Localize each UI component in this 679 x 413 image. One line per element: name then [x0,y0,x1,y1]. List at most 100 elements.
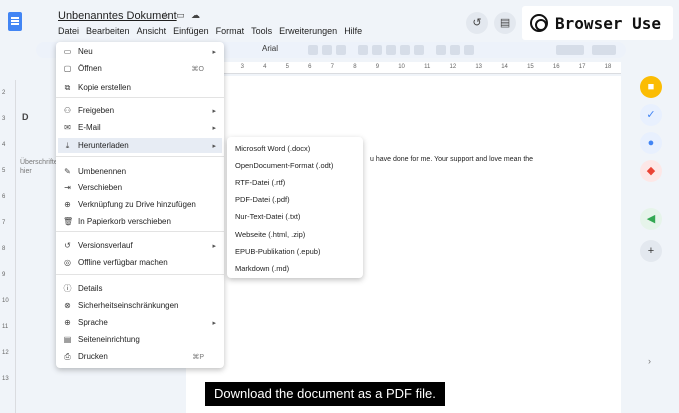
vertical-ruler-tick: 13 [2,376,9,382]
show-side-panel-icon[interactable]: › [648,356,651,366]
file-menu-item-drucken[interactable]: ⎙ Drucken ⌘P [58,349,222,364]
move-icon[interactable]: ▭ [175,10,186,21]
ruler-tick: 5 [285,64,289,70]
file-menu-item-in-papierkorb-verschieben[interactable]: 🗑 In Papierkorb verschieben [58,214,222,229]
submenu-arrow-icon: ▸ [212,107,216,115]
download-option-label: RTF-Datei (.rtf) [235,177,286,187]
vertical-ruler-tick: 4 [2,142,6,148]
menu-tools[interactable]: Tools [249,25,274,37]
download-option-0[interactable]: Microsoft Word (.docx) [229,140,361,156]
file-menu-item-e-mail[interactable]: ✉ E-Mail ▸ [58,120,222,135]
download-option-label: Markdown (.md) [235,263,290,273]
highlight-icon[interactable] [414,45,424,55]
download-option-5[interactable]: Webseite (.html, .zip) [229,226,361,242]
font-size-plus-icon[interactable] [336,45,346,55]
vertical-ruler-tick: 2 [2,90,6,96]
tasks-icon[interactable]: ✓ [640,104,662,126]
file-menu-item-label: Öffnen [78,64,102,73]
file-menu-item-verschieben[interactable]: ⇥ Verschieben [58,180,222,195]
file-menu-item-label: Sicherheitseinschränkungen [78,301,179,310]
menu-erweiterungen[interactable]: Erweiterungen [277,25,339,37]
history-icon[interactable]: ↺ [466,12,489,34]
submenu-arrow-icon: ▸ [212,124,216,132]
ruler-tick: 9 [375,64,380,70]
ruler-tick: 4 [263,64,267,70]
file-menu-item-details[interactable]: ⓘ Details [58,281,222,296]
horizontal-ruler: 123456789101112131415161718 [186,62,621,74]
document-text-line[interactable]: u have done for me. Your support and lov… [370,156,533,163]
menu-format[interactable]: Format [214,25,247,37]
italic-icon[interactable] [372,45,382,55]
download-option-label: EPUB-Publikation (.epub) [235,246,321,256]
comments-icon[interactable]: ▤ [494,12,517,34]
file-menu-item-label: Verschieben [78,183,123,192]
file-menu: ▭ Neu ▸ ▢ Öffnen ⌘O ⧉ Kopie erstellen ⚇ Freigeben… [56,42,224,368]
file-menu-item-verknüpfung-zu-drive-hinzufügen[interactable]: ⊕ Verknüpfung zu Drive hinzufügen [58,197,222,212]
menu-datei[interactable]: Datei [56,25,81,37]
font-size-minus-icon[interactable] [308,45,318,55]
docs-logo-icon[interactable] [8,12,22,31]
file-menu-item-neu[interactable]: ▭ Neu ▸ [58,44,222,59]
download-option-7[interactable]: Markdown (.md) [229,260,361,276]
file-menu-item-label: Versionsverlauf [78,241,133,250]
shortcut-label: ⌘O [191,65,204,73]
file-menu-item-sprache[interactable]: ⊕ Sprache ▸ [58,315,222,330]
download-option-1[interactable]: OpenDocument-Format (.odt) [229,157,361,173]
menu-hilfe[interactable]: Hilfe [342,25,364,37]
download-option-3[interactable]: PDF-Datei (.pdf) [229,192,361,208]
ruler-tick: 17 [578,64,586,70]
download-option-2[interactable]: RTF-Datei (.rtf) [229,174,361,190]
vertical-ruler-tick: 11 [2,324,9,330]
copy-icon: ⧉ [64,83,71,92]
menu-einfuegen[interactable]: Einfügen [171,25,211,37]
add-icon[interactable]: + [640,240,662,262]
menu-bearbeiten[interactable]: Bearbeiten [84,25,132,37]
ruler-tick: 18 [604,64,612,70]
browser-use-text: Browser Use [555,13,661,33]
file-menu-item-umbenennen[interactable]: ✎ Umbenennen [58,164,222,179]
vertical-ruler-tick: 9 [2,272,6,278]
file-menu-item-offline-verfügbar-machen[interactable]: ◎ Offline verfügbar machen [58,255,222,270]
download-option-6[interactable]: EPUB-Publikation (.epub) [229,243,361,259]
addon-icon[interactable]: ◀ [640,208,662,230]
offline-icon: ◎ [64,258,71,267]
font-family-select[interactable]: Arial [262,44,278,53]
bold-icon[interactable] [358,45,368,55]
file-menu-item-kopie-erstellen[interactable]: ⧉ Kopie erstellen [58,80,222,95]
contacts-icon[interactable]: ● [640,132,662,154]
file-menu-item-öffnen[interactable]: ▢ Öffnen ⌘O [58,61,222,76]
collapse-toolbar-icon[interactable] [592,45,616,55]
maps-icon[interactable]: ◆ [640,160,662,182]
vertical-ruler-tick: 5 [2,168,6,174]
ruler-tick: 3 [240,64,244,70]
file-menu-item-seiteneinrichtung[interactable]: ▤ Seiteneinrichtung [58,332,222,347]
menu-ansicht[interactable]: Ansicht [135,25,169,37]
image-icon[interactable] [464,45,474,55]
shortcut-label: ⌘P [192,353,204,361]
file-menu-item-versionsverlauf[interactable]: ↺ Versionsverlauf ▸ [58,238,222,253]
comment-icon[interactable] [450,45,460,55]
submenu-arrow-icon: ▸ [212,48,216,56]
ruler-tick: 11 [424,64,431,70]
file-menu-item-freigeben[interactable]: ⚇ Freigeben ▸ [58,103,222,118]
document-title[interactable]: Unbenanntes Dokument [58,10,177,22]
font-size-icon[interactable] [322,45,332,55]
download-submenu: Microsoft Word (.docx) OpenDocument-Forma… [227,137,363,278]
file-menu-item-label: Kopie erstellen [78,83,131,92]
text-color-icon[interactable] [400,45,410,55]
ruler-tick: 12 [449,64,457,70]
vertical-ruler-tick: 10 [2,298,9,304]
print-icon: ⎙ [64,352,71,361]
download-option-label: PDF-Datei (.pdf) [235,195,290,205]
keep-icon[interactable]: ■ [640,76,662,98]
star-icon[interactable]: ☆ [160,10,171,21]
file-menu-item-sicherheitseinschränkungen[interactable]: ⊗ Sicherheitseinschränkungen [58,298,222,313]
editing-mode-icon[interactable] [556,45,584,55]
file-menu-item-herunterladen[interactable]: ⤓ Herunterladen ▸ [58,138,222,153]
cloud-status-icon[interactable]: ☁ [190,10,201,21]
download-option-4[interactable]: Nur-Text-Datei (.txt) [229,209,361,225]
file-menu-item-label: Freigeben [78,106,115,115]
vertical-ruler-tick: 7 [2,220,6,226]
link-icon[interactable] [436,45,446,55]
underline-icon[interactable] [386,45,396,55]
